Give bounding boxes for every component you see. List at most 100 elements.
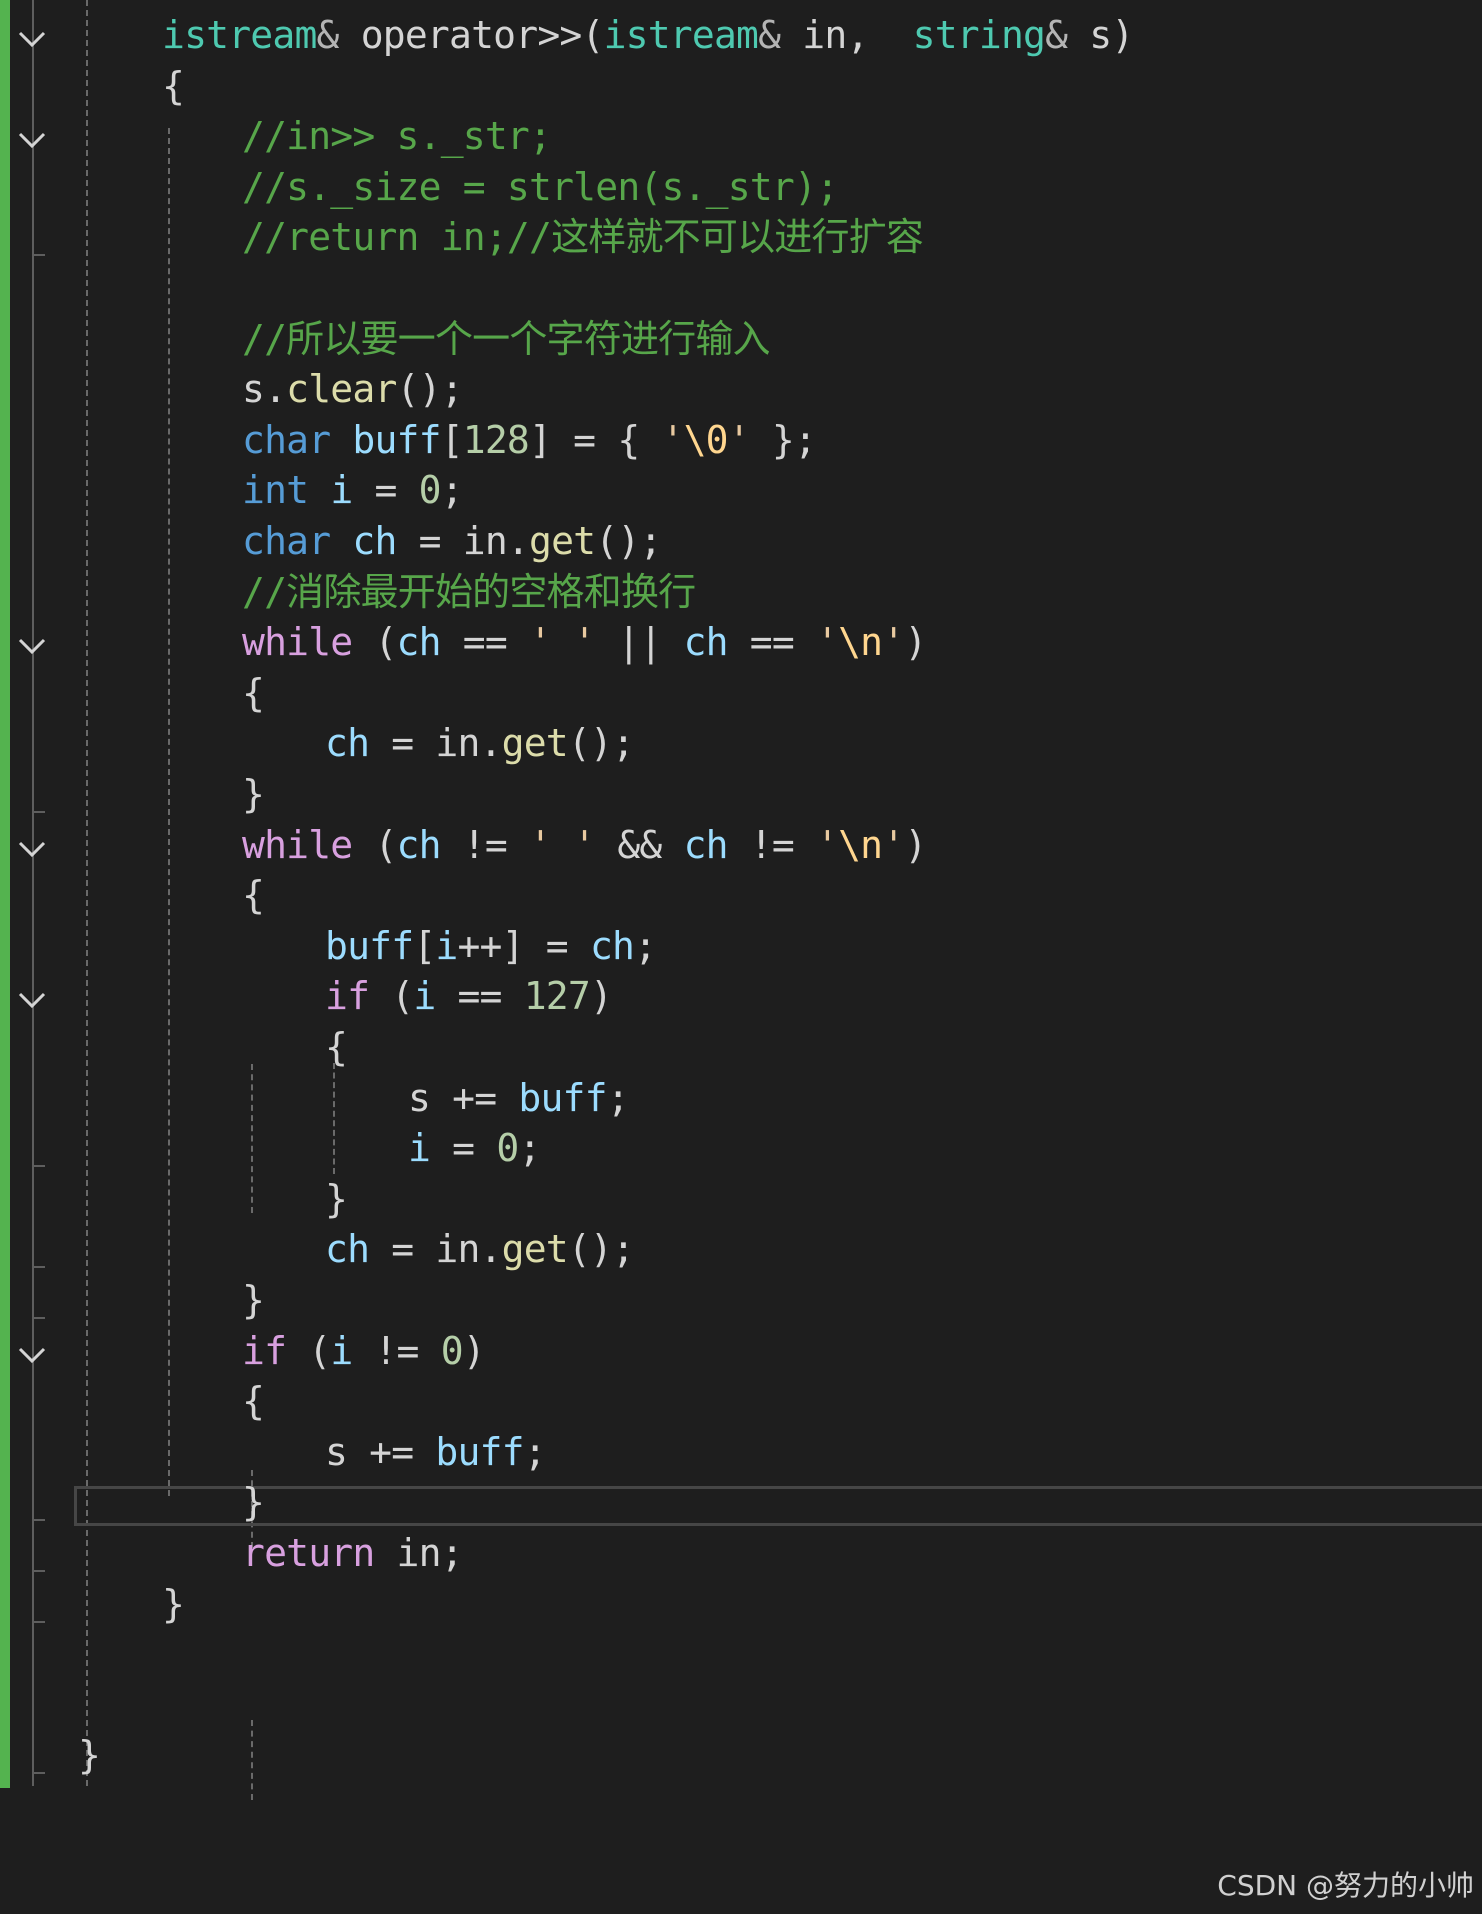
code-token: //return in;//这样就不可以进行扩容: [242, 215, 924, 260]
code-line[interactable]: }: [242, 769, 265, 819]
code-line[interactable]: ch = in.get();: [325, 1224, 635, 1274]
outline-tick: [32, 1570, 45, 1572]
code-token: = in.: [369, 721, 502, 766]
code-token: ;: [606, 1075, 630, 1120]
code-line[interactable]: char ch = in.get();: [242, 516, 662, 566]
code-token: &: [316, 13, 340, 57]
code-token: 0: [418, 468, 442, 513]
code-token: {: [242, 670, 265, 715]
code-token: ': [661, 417, 684, 462]
code-line[interactable]: {: [242, 1376, 265, 1426]
code-token: ch: [352, 519, 397, 563]
outline-tick: [32, 1620, 45, 1623]
code-line[interactable]: if (i == 127): [325, 971, 613, 1021]
code-token: ch: [683, 620, 729, 665]
code-token: ': [816, 620, 839, 665]
code-token: ==: [440, 620, 530, 665]
code-line[interactable]: s += buff;: [408, 1073, 630, 1123]
code-token: 127: [523, 974, 591, 1019]
code-token: while: [242, 620, 353, 665]
code-line[interactable]: int i = 0;: [242, 465, 464, 515]
code-token: int: [242, 468, 309, 513]
code-token: !=: [352, 1328, 441, 1373]
code-line[interactable]: while (ch == ' ' || ch == '\n'): [242, 617, 927, 667]
code-line[interactable]: }: [325, 1174, 348, 1224]
code-token: ): [904, 822, 927, 867]
code-token: &: [758, 13, 781, 57]
code-editor[interactable]: istream& operator>>(istream& in, string&…: [0, 0, 1482, 1800]
code-token: ' ': [529, 822, 596, 867]
code-line[interactable]: ch = in.get();: [325, 718, 635, 768]
code-line[interactable]: istream& operator>>(istream& in, string&…: [162, 10, 1134, 60]
code-token: ;: [523, 1429, 547, 1474]
code-token: (: [369, 974, 414, 1019]
code-token: ();: [567, 721, 635, 766]
code-token: \n: [838, 822, 883, 867]
code-line[interactable]: }: [162, 1579, 185, 1629]
code-token: s.: [242, 367, 287, 412]
code-token: 0: [496, 1126, 519, 1171]
code-token: [: [440, 417, 464, 462]
code-line[interactable]: }: [78, 1730, 101, 1780]
code-token: while: [242, 822, 353, 867]
code-line[interactable]: if (i != 0): [242, 1326, 486, 1376]
code-lines[interactable]: istream& operator>>(istream& in, string&…: [0, 0, 1482, 1788]
code-line[interactable]: buff[i++] = ch;: [325, 921, 657, 971]
code-token: ++] =: [457, 923, 590, 968]
code-token: i: [330, 1328, 353, 1373]
code-token: &&: [595, 822, 684, 867]
code-token: operator>>(: [338, 13, 605, 57]
code-line[interactable]: //所以要一个一个字符进行输入: [242, 314, 771, 364]
code-token: {: [325, 1025, 348, 1069]
code-token: [: [413, 923, 436, 968]
code-line[interactable]: return in;: [242, 1528, 464, 1578]
code-token: buff: [352, 417, 441, 462]
code-token: ch: [589, 923, 635, 968]
code-line[interactable]: {: [242, 870, 265, 920]
code-token: string: [912, 13, 1046, 57]
code-token: buff: [518, 1075, 607, 1120]
code-token: ch: [325, 1227, 370, 1272]
code-token: char: [242, 417, 331, 462]
code-line[interactable]: //s._size = strlen(s._str);: [242, 162, 839, 212]
code-token: if: [242, 1328, 287, 1373]
code-line[interactable]: {: [162, 61, 185, 111]
code-token: ();: [567, 1227, 635, 1272]
code-token: ] = {: [529, 417, 662, 462]
code-line[interactable]: i = 0;: [408, 1123, 541, 1173]
code-line[interactable]: {: [325, 1022, 348, 1072]
code-line[interactable]: s += buff;: [325, 1427, 547, 1477]
code-line[interactable]: {: [242, 668, 265, 718]
code-token: ch: [396, 620, 442, 665]
code-line[interactable]: }: [242, 1477, 265, 1527]
code-token: ();: [396, 367, 464, 412]
code-token: i: [413, 974, 436, 1019]
code-token: s): [1067, 13, 1134, 57]
code-token: istream: [603, 13, 759, 57]
code-line[interactable]: while (ch != ' ' && ch != '\n'): [242, 820, 927, 870]
code-token: get: [501, 721, 569, 766]
code-line[interactable]: s.clear();: [242, 364, 464, 414]
code-token: }: [78, 1733, 101, 1778]
code-line[interactable]: }: [242, 1275, 265, 1325]
outline-tick: [32, 1165, 45, 1168]
code-token: clear: [286, 367, 397, 412]
code-line[interactable]: //return in;//这样就不可以进行扩容: [242, 212, 924, 262]
code-token: ||: [595, 620, 684, 665]
code-line[interactable]: char buff[128] = { '\0' };: [242, 415, 817, 465]
outline-tick: [32, 254, 45, 257]
outline-tick: [32, 811, 45, 813]
code-token: (: [352, 620, 397, 665]
code-line[interactable]: //in>> s._str;: [242, 111, 552, 161]
code-token: //消除最开始的空格和换行: [242, 569, 696, 614]
code-token: //所以要一个一个字符进行输入: [242, 316, 771, 361]
code-token: buff: [325, 923, 414, 968]
code-token: = in.: [369, 1227, 502, 1272]
code-token: istream: [162, 13, 317, 57]
code-token: =: [352, 468, 419, 513]
code-token: {: [162, 63, 185, 108]
code-line[interactable]: //消除最开始的空格和换行: [242, 567, 696, 617]
